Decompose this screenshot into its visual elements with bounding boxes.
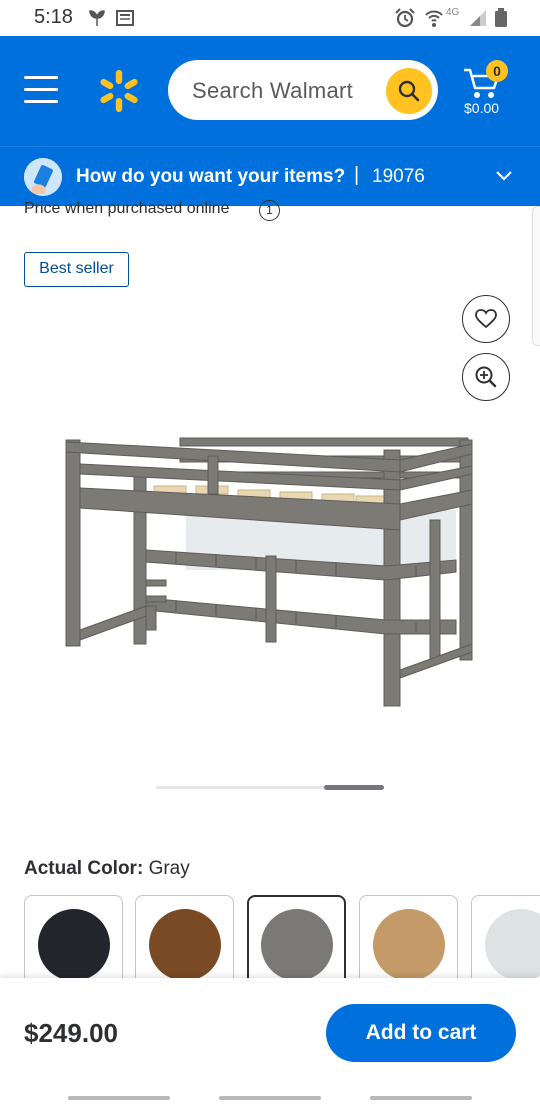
delivery-question: How do you want your items? bbox=[76, 166, 346, 187]
search-icon bbox=[398, 80, 420, 102]
signal-icon bbox=[468, 8, 488, 28]
nav-bar-left[interactable] bbox=[68, 1096, 170, 1100]
search-button[interactable] bbox=[386, 68, 432, 114]
carousel-indicator[interactable] bbox=[324, 785, 384, 790]
side-panel-handle[interactable] bbox=[532, 206, 540, 346]
color-label-row: Actual Color: Gray bbox=[24, 858, 190, 880]
walmart-spark-logo[interactable] bbox=[96, 68, 142, 114]
delivery-zip: 19076 bbox=[372, 166, 425, 187]
bottom-purchase-bar: $249.00 Add to cart bbox=[0, 978, 540, 1110]
add-to-cart-button[interactable]: Add to cart bbox=[326, 1004, 516, 1062]
best-seller-badge: Best seller bbox=[24, 252, 129, 287]
swatch-color bbox=[261, 909, 333, 981]
swatch-color bbox=[38, 909, 110, 981]
color-label: Actual Color: bbox=[24, 858, 144, 879]
cart-total: $0.00 bbox=[464, 100, 500, 116]
cart-button[interactable]: 0 $0.00 bbox=[460, 60, 520, 120]
product-price: $249.00 bbox=[24, 1018, 118, 1048]
network-type: 4G bbox=[446, 6, 460, 18]
swatch-color bbox=[373, 909, 445, 981]
plant-icon bbox=[86, 8, 108, 28]
product-image[interactable] bbox=[56, 420, 486, 720]
status-time: 5:18 bbox=[34, 6, 73, 28]
newspaper-icon bbox=[116, 8, 134, 28]
status-bar: 5:18 4G bbox=[0, 0, 540, 36]
delivery-selector[interactable]: How do you want your items? | 19076 bbox=[0, 146, 540, 206]
nav-bar-center[interactable] bbox=[219, 1096, 321, 1100]
info-icon[interactable]: 1 bbox=[259, 200, 280, 221]
swatch-color bbox=[485, 909, 540, 981]
battery-icon bbox=[494, 8, 508, 28]
color-value: Gray bbox=[148, 858, 190, 879]
price-note: Price when purchased online bbox=[24, 200, 230, 217]
phone-hand-icon bbox=[24, 158, 62, 196]
app-header: Search Walmart 0 $0.00 bbox=[0, 36, 540, 146]
favorite-button[interactable] bbox=[462, 295, 510, 343]
search-placeholder: Search Walmart bbox=[192, 78, 354, 103]
chevron-down-icon bbox=[496, 171, 512, 181]
menu-button[interactable] bbox=[24, 76, 58, 106]
cart-count-badge: 0 bbox=[486, 60, 508, 82]
search-input[interactable]: Search Walmart bbox=[168, 60, 438, 120]
delivery-separator: | bbox=[354, 164, 360, 186]
zoom-in-icon bbox=[475, 366, 497, 388]
zoom-button[interactable] bbox=[462, 353, 510, 401]
wifi-call-icon bbox=[424, 8, 444, 28]
heart-icon bbox=[475, 309, 497, 329]
nav-bar-right[interactable] bbox=[370, 1096, 472, 1100]
alarm-icon bbox=[394, 8, 416, 28]
swatch-color bbox=[149, 909, 221, 981]
